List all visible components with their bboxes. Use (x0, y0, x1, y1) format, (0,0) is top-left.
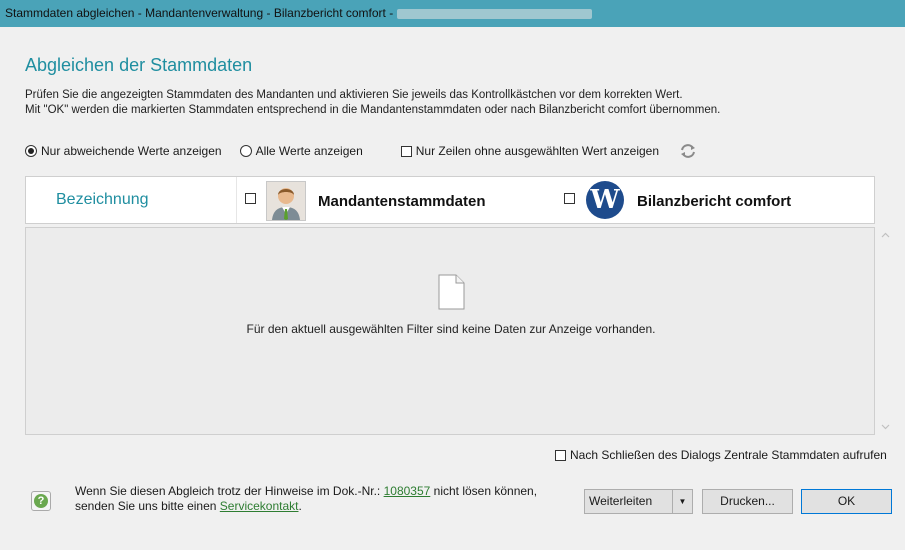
radio-diff-values[interactable]: Nur abweichende Werte anzeigen (25, 144, 222, 158)
bilanzbericht-logo-icon: W (586, 181, 624, 219)
person-avatar-icon (266, 181, 306, 221)
checkbox-unselected-label: Nur Zeilen ohne ausgewählten Wert anzeig… (415, 144, 660, 158)
select-all-bilanz-checkbox[interactable] (564, 193, 575, 204)
column-header-bilanz: Bilanzbericht comfort (637, 193, 792, 210)
ok-button[interactable]: OK (801, 489, 892, 514)
radio-diff-label: Nur abweichende Werte anzeigen (41, 144, 222, 158)
window-titlebar: Stammdaten abgleichen - Mandantenverwalt… (0, 0, 905, 27)
column-divider (236, 177, 237, 223)
description: Prüfen Sie die angezeigten Stammdaten de… (25, 88, 885, 118)
open-central-master-data-label: Nach Schließen des Dialogs Zentrale Stam… (570, 448, 887, 462)
description-line-1: Prüfen Sie die angezeigten Stammdaten de… (25, 89, 683, 101)
checkbox-unselected-indicator[interactable] (400, 145, 412, 157)
print-button[interactable]: Drucken... (702, 489, 793, 514)
forward-button-label[interactable]: Weiterleiten (589, 494, 652, 508)
redacted-title-part (397, 8, 593, 19)
select-all-mandant-checkbox[interactable] (245, 193, 256, 204)
empty-document-icon (438, 274, 465, 310)
vertical-scrollbar[interactable] (877, 227, 894, 435)
radio-diff-indicator[interactable] (25, 145, 37, 157)
chevron-down-icon[interactable]: ▼ (672, 490, 692, 513)
hint-text: Wenn Sie diesen Abgleich trotz der Hinwe… (75, 484, 537, 514)
radio-all-indicator[interactable] (239, 145, 252, 157)
scroll-up-icon[interactable] (881, 231, 890, 240)
hint-line2-suffix: . (298, 499, 302, 513)
refresh-icon[interactable] (679, 142, 697, 160)
grid-body: Für den aktuell ausgewählten Filter sind… (25, 227, 875, 435)
empty-state-message: Für den aktuell ausgewählten Filter sind… (246, 322, 656, 336)
scroll-down-icon[interactable] (881, 422, 890, 431)
help-icon: ? (34, 494, 48, 508)
doc-number-link[interactable]: 1080357 (384, 484, 431, 498)
hint-line1-suffix: nicht lösen können, (433, 484, 538, 498)
open-central-master-data-checkbox[interactable]: Nach Schließen des Dialogs Zentrale Stam… (555, 448, 887, 462)
column-header-label: Bezeichnung (56, 191, 149, 208)
page-title: Abgleichen der Stammdaten (25, 55, 253, 75)
open-central-master-data-indicator[interactable] (555, 449, 566, 461)
forward-split-button[interactable]: Weiterleiten ▼ (584, 489, 693, 514)
window-title: Stammdaten abgleichen - Mandantenverwalt… (5, 6, 394, 20)
hint-line1-prefix: Wenn Sie diesen Abgleich trotz der Hinwe… (75, 484, 381, 498)
filter-bar: Nur abweichende Werte anzeigen Alle Wert… (25, 142, 697, 160)
description-line-2: Mit "OK" werden die markierten Stammdate… (25, 104, 721, 116)
grid-header: Bezeichnung Mandantenstammdaten W Bilanz… (25, 176, 875, 224)
help-button[interactable]: ? (31, 491, 51, 511)
service-contact-link[interactable]: Servicekontakt (220, 499, 299, 513)
hint-line2-prefix: senden Sie uns bitte einen (75, 499, 217, 513)
radio-all-values[interactable]: Alle Werte anzeigen (239, 144, 363, 158)
column-header-mandant: Mandantenstammdaten (318, 193, 486, 210)
radio-all-label: Alle Werte anzeigen (255, 144, 363, 158)
checkbox-unselected-rows[interactable]: Nur Zeilen ohne ausgewählten Wert anzeig… (400, 144, 660, 158)
